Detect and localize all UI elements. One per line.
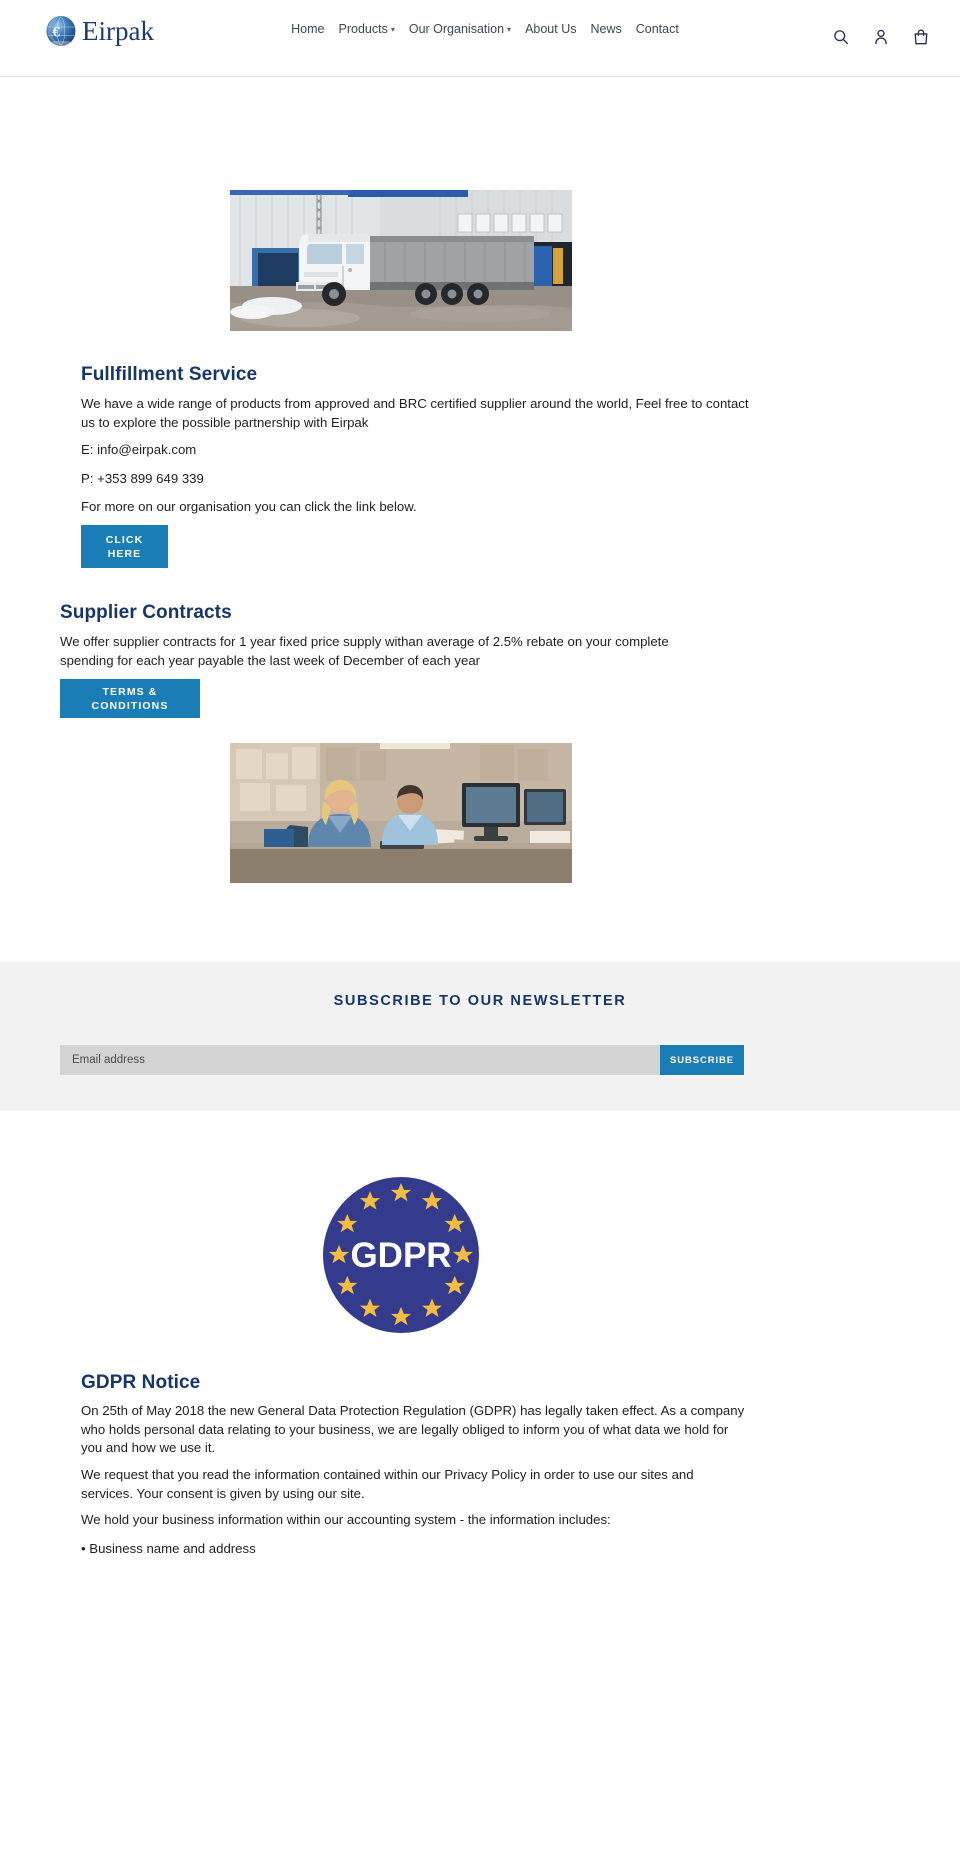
nav-item-news[interactable]: News [590, 18, 621, 40]
nav-item-about-us[interactable]: About Us [525, 18, 576, 40]
nav-label: Products [338, 22, 388, 36]
gdpr-paragraph-2: We request that you read the information… [81, 1467, 694, 1501]
supplier-contracts-paragraph: We offer supplier contracts for 1 year f… [60, 634, 669, 668]
newsletter-section: SUBSCRIBE TO OUR NEWSLETTER SUBSCRIBE [0, 962, 960, 1111]
euro-globe-logo-icon: € [44, 14, 78, 48]
gdpr-bullet-item: • Business name and address [81, 1541, 256, 1556]
newsletter-title: SUBSCRIBE TO OUR NEWSLETTER [333, 993, 627, 1009]
nav-label: Contact [635, 22, 679, 36]
nav-item-contact[interactable]: Contact [636, 18, 679, 40]
site-logo-text: Eirpak [82, 15, 154, 46]
main-navigation: Home Products ▾ Our Organisation ▾ About Us Ne… [230, 18, 740, 41]
nav-item-our-organisation[interactable]: Our Organisation ▾ [409, 18, 511, 41]
nav-label: Home [291, 22, 325, 36]
site-header: € Eirpak Home Products ▾ Our Organisation ▾ A… [0, 0, 960, 77]
nav-label: News [590, 22, 622, 36]
more-info-line: For more on our organisation you can cli… [81, 499, 417, 514]
office-workers-photo [230, 743, 572, 883]
terms-button-line-1: TERMS & [102, 685, 158, 698]
nav-label: Our Organisation [408, 22, 505, 36]
click-here-button-line-2: HERE [107, 547, 142, 560]
chevron-down-icon: ▾ [507, 25, 512, 34]
nav-label: About Us [525, 22, 577, 36]
site-logo[interactable]: € Eirpak [44, 14, 154, 48]
contact-phone-line: P: +353 899 649 339 [81, 471, 204, 486]
gdpr-badge-text: GDPR [350, 1236, 451, 1275]
click-here-button-line-1: CLICK [105, 533, 144, 546]
cart-icon[interactable] [912, 28, 930, 48]
terms-button-line-2: CONDITIONS [91, 699, 169, 712]
fulfillment-title: Fullfillment Service [81, 364, 258, 385]
gdpr-paragraph-1: On 25th of May 2018 the new General Data… [81, 1403, 745, 1455]
supplier-contracts-title: Supplier Contracts [60, 602, 232, 623]
search-icon[interactable] [832, 28, 850, 48]
gdpr-eu-stars-badge-icon: GDPR [321, 1175, 481, 1335]
click-here-button[interactable]: CLICK HERE [81, 525, 168, 568]
newsletter-form: SUBSCRIBE [60, 1045, 744, 1075]
email-input[interactable] [60, 1045, 660, 1075]
terms-and-conditions-button[interactable]: TERMS & CONDITIONS [60, 679, 200, 718]
contact-email-line: E: info@eirpak.com [81, 442, 197, 457]
nav-item-products[interactable]: Products ▾ [339, 18, 395, 41]
fulfillment-paragraph: We have a wide range of products from ap… [81, 396, 749, 430]
gdpr-paragraph-3: We hold your business information within… [81, 1512, 611, 1527]
account-icon[interactable] [872, 28, 890, 48]
header-icon-group [832, 28, 930, 48]
nav-item-home[interactable]: Home [291, 18, 324, 40]
gdpr-title: GDPR Notice [81, 1372, 201, 1393]
chevron-down-icon: ▾ [390, 25, 395, 34]
subscribe-button[interactable]: SUBSCRIBE [660, 1045, 744, 1075]
svg-text:€: € [52, 25, 60, 41]
truck-photo [230, 190, 572, 331]
